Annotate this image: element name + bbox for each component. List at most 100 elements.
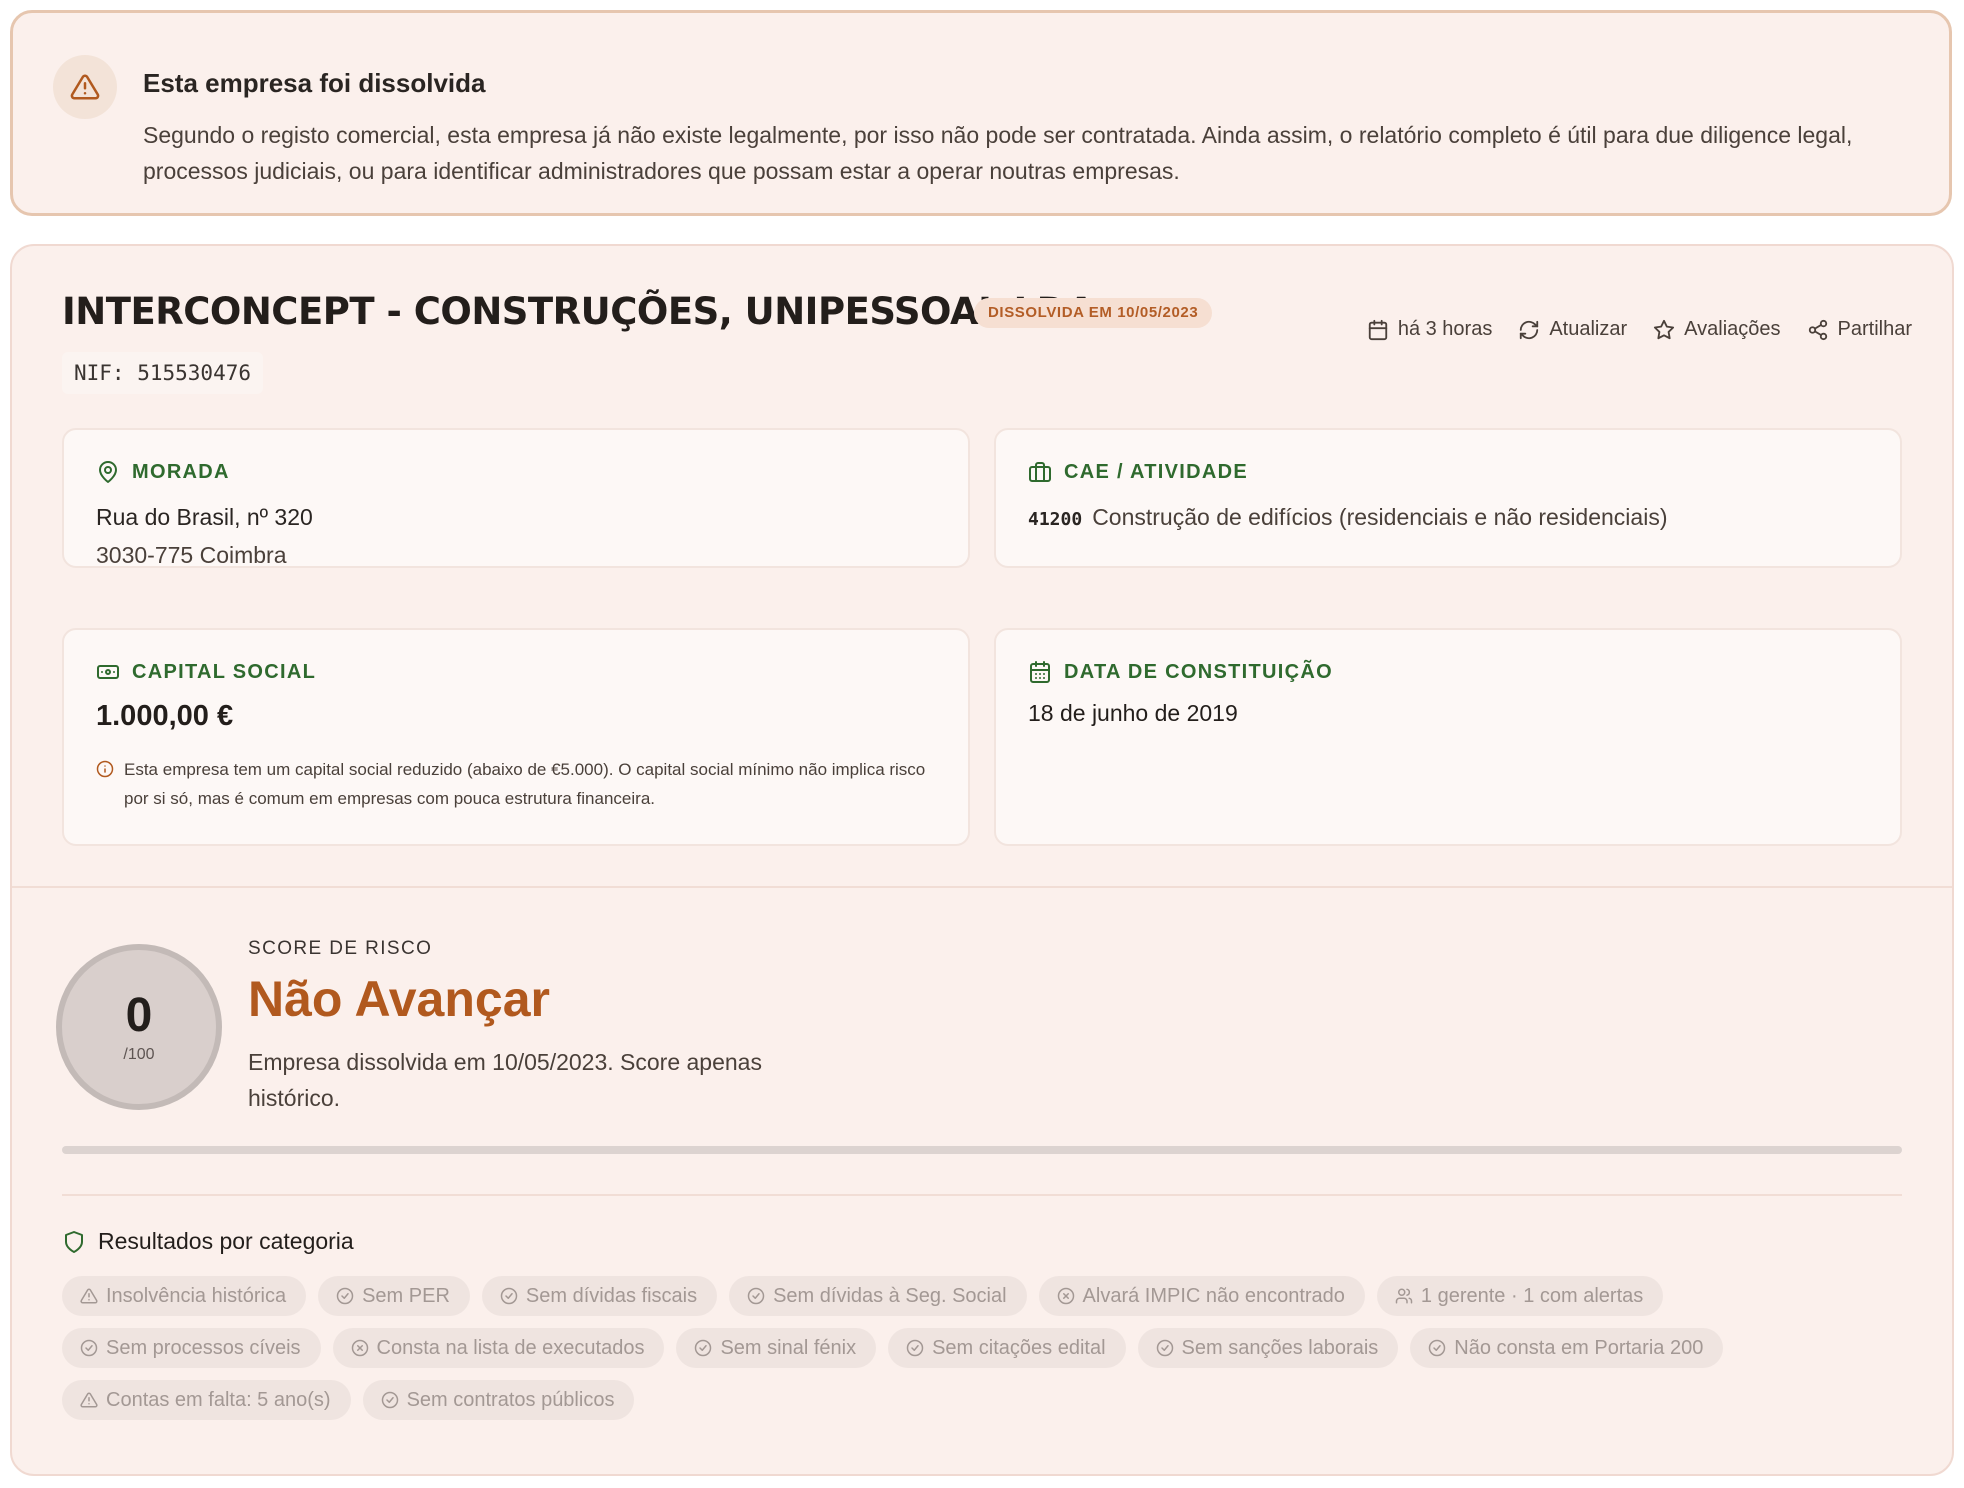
map-pin-icon: [99, 461, 117, 483]
refresh-button[interactable]: Atualizar: [1518, 318, 1627, 341]
risk-progress-bar: [62, 1146, 1902, 1154]
category-chip-label: Sem sinal fénix: [720, 1336, 857, 1359]
categories-heading: Resultados por categoria: [62, 1228, 354, 1255]
calendar-grid-icon: [1030, 661, 1050, 683]
last-updated: há 3 horas: [1367, 318, 1493, 341]
address-box: MORADA Rua do Brasil, nº 320 3030-775 Co…: [62, 428, 970, 568]
check-circle-icon: [336, 1287, 354, 1305]
category-chip[interactable]: Insolvência histórica: [62, 1276, 307, 1316]
category-chip-label: Sem PER: [362, 1284, 450, 1307]
category-chip[interactable]: Alvará IMPIC não encontrado: [1038, 1276, 1365, 1316]
category-chip[interactable]: Sem processos cíveis: [62, 1328, 321, 1368]
constitution-date: 18 de junho de 2019: [1028, 700, 1238, 726]
status-badge: DISSOLVIDA EM 10/05/2023: [974, 298, 1213, 328]
banknote-icon: [97, 665, 119, 679]
last-updated-label: há 3 horas: [1397, 318, 1493, 340]
risk-score-label: SCORE DE RISCO: [248, 938, 433, 959]
category-chip[interactable]: Sem contratos públicos: [362, 1380, 635, 1420]
category-chip[interactable]: Sem dívidas fiscais: [481, 1276, 718, 1316]
category-chip-label: 1 gerente · 1 com alertas: [1420, 1284, 1644, 1307]
section-divider: [12, 886, 1952, 888]
category-chip-label: Insolvência histórica: [106, 1284, 287, 1307]
calendar-icon: [1368, 319, 1387, 340]
category-chip-label: Sem dívidas fiscais: [525, 1284, 698, 1307]
check-circle-icon: [80, 1339, 98, 1357]
briefcase-icon: [1029, 462, 1051, 482]
warning-icon: [80, 1288, 98, 1304]
check-circle-icon: [906, 1339, 924, 1357]
refresh-label: Atualizar: [1549, 318, 1628, 340]
address-heading-label: MORADA: [132, 460, 230, 483]
category-chip[interactable]: Sem dívidas à Seg. Social: [729, 1276, 1027, 1316]
activity-heading-label: CAE / ATIVIDADE: [1064, 460, 1248, 483]
activity-heading: CAE / ATIVIDADE: [1028, 460, 1868, 484]
category-chip[interactable]: Sem citações edital: [888, 1328, 1126, 1368]
constitution-heading: DATA DE CONSTITUIÇÃO: [1028, 660, 1868, 684]
category-chip[interactable]: 1 gerente · 1 com alertas: [1376, 1276, 1664, 1316]
company-card: INTERCONCEPT - CONSTRUÇÕES, UNIPESSOAL L…: [10, 244, 1954, 1476]
category-chip-label: Sem citações edital: [932, 1336, 1106, 1359]
check-circle-icon: [500, 1287, 518, 1305]
check-circle-icon: [381, 1391, 398, 1409]
category-chips: Insolvência histórica Sem PER Sem dívidas …: [62, 1276, 1912, 1420]
shield-icon: [65, 1230, 83, 1253]
risk-description: Empresa dissolvida em 10/05/2023. Score …: [248, 1049, 762, 1111]
warning-icon: [53, 55, 117, 119]
address-line2: 3030-775 Coimbra: [96, 542, 287, 568]
check-circle-icon: [1156, 1339, 1173, 1357]
capital-note-text: Esta empresa tem um capital social reduz…: [124, 760, 926, 808]
constitution-heading-label: DATA DE CONSTITUIÇÃO: [1064, 660, 1333, 683]
company-name: INTERCONCEPT - CONSTRUÇÕES, UNIPESSOAL L…: [62, 290, 1095, 333]
header-actions: há 3 horas Atualizar Avaliações Partilha…: [1367, 318, 1912, 341]
refresh-icon: [1520, 320, 1539, 339]
category-chip[interactable]: Contas em falta: 5 ano(s): [62, 1380, 351, 1420]
category-chip-label: Alvará IMPIC não encontrado: [1082, 1284, 1345, 1307]
address-heading: MORADA: [96, 460, 936, 484]
banner-text: Segundo o registo comercial, esta empres…: [143, 122, 1853, 184]
category-chip-label: Sem processos cíveis: [106, 1336, 301, 1359]
category-chip-label: Sem contratos públicos: [406, 1388, 615, 1411]
capital-box: CAPITAL SOCIAL 1.000,00 € Esta empresa t…: [62, 628, 970, 846]
categories-divider: [62, 1194, 1902, 1196]
category-chip-label: Sem sanções laborais: [1181, 1336, 1379, 1359]
constitution-box: DATA DE CONSTITUIÇÃO 18 de junho de 2019: [994, 628, 1902, 846]
category-chip[interactable]: Sem PER: [318, 1276, 470, 1316]
reviews-button[interactable]: Avaliações: [1653, 318, 1781, 341]
categories-title: Resultados por categoria: [98, 1228, 354, 1254]
share-icon: [1808, 319, 1827, 340]
risk-score-value: 0: [125, 989, 153, 1042]
cae-code: 41200: [1028, 509, 1083, 530]
dissolved-banner: Esta empresa foi dissolvida Segundo o re…: [10, 10, 1952, 216]
x-circle-icon: [351, 1339, 368, 1357]
users-icon: [1395, 1288, 1413, 1304]
x-circle-icon: [1057, 1287, 1074, 1305]
category-chip-label: Contas em falta: 5 ano(s): [106, 1388, 331, 1411]
check-circle-icon: [695, 1339, 712, 1357]
category-chip-label: Não consta em Portaria 200: [1454, 1336, 1704, 1359]
risk-score-gauge: 0 /100: [56, 944, 222, 1110]
risk-verdict: Não Avançar: [248, 971, 550, 1027]
cae-description: Construção de edifícios (residenciais e …: [1092, 504, 1668, 530]
check-circle-icon: [1429, 1339, 1446, 1357]
category-chip-label: Consta na lista de executados: [376, 1336, 645, 1359]
reviews-label: Avaliações: [1684, 318, 1781, 340]
capital-note: Esta empresa tem um capital social reduz…: [96, 755, 936, 813]
star-icon: [1654, 319, 1675, 339]
address-line1: Rua do Brasil, nº 320: [96, 504, 313, 530]
capital-heading: CAPITAL SOCIAL: [96, 660, 936, 684]
share-button[interactable]: Partilhar: [1807, 318, 1912, 341]
capital-heading-label: CAPITAL SOCIAL: [132, 660, 317, 683]
share-label: Partilhar: [1837, 318, 1912, 340]
banner-title: Esta empresa foi dissolvida: [143, 68, 486, 98]
category-chip[interactable]: Não consta em Portaria 200: [1410, 1328, 1724, 1368]
nif-label: NIF: 515530476: [62, 352, 264, 394]
activity-box: CAE / ATIVIDADE 41200 Construção de edifí…: [994, 428, 1902, 568]
warning-icon: [80, 1392, 98, 1408]
capital-value: 1.000,00 €: [96, 700, 234, 732]
check-circle-icon: [747, 1287, 765, 1305]
category-chip[interactable]: Consta na lista de executados: [332, 1328, 665, 1368]
category-chip[interactable]: Sem sanções laborais: [1137, 1328, 1399, 1368]
risk-score-max: /100: [123, 1046, 155, 1063]
category-chip[interactable]: Sem sinal fénix: [676, 1328, 877, 1368]
info-icon: [96, 760, 114, 778]
